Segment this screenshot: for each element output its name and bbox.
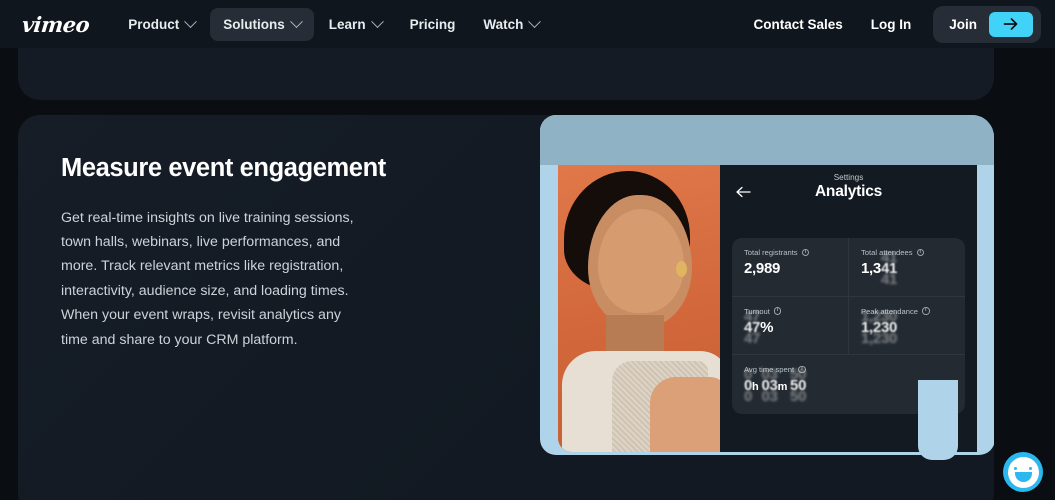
metric-suffix: % bbox=[760, 318, 774, 336]
main-navigation: Product Solutions Learn Pricing Watch bbox=[115, 7, 552, 41]
page-title: Measure event engagement bbox=[61, 154, 386, 182]
metrics-row: Turnout i 4 7 % Peak attendance bbox=[732, 296, 965, 356]
nav-label: Pricing bbox=[409, 16, 456, 32]
metric-rolling-digits: 7 bbox=[752, 319, 760, 336]
join-label: Join bbox=[949, 16, 977, 32]
feature-description: Get real-time insights on live training … bbox=[61, 209, 354, 348]
metric-turnout[interactable]: Turnout i 4 7 % bbox=[732, 296, 849, 355]
mockup-bottom-accent bbox=[918, 380, 958, 460]
metric-hours: 0 bbox=[744, 377, 752, 394]
chat-smiley-icon bbox=[1003, 452, 1043, 492]
speaker-video-thumbnail[interactable] bbox=[558, 165, 720, 452]
arrow-right-icon[interactable] bbox=[989, 11, 1033, 37]
metric-total-registrants[interactable]: Total registrants i 2,989 bbox=[732, 238, 849, 296]
header-actions: Contact Sales Log In Join bbox=[741, 5, 1041, 43]
info-icon[interactable]: i bbox=[922, 307, 930, 315]
metric-label: Total registrants bbox=[744, 248, 798, 257]
site-header: vimeo Product Solutions Learn Pricing Wa… bbox=[0, 0, 1055, 48]
metric-label-row: Total attendees i bbox=[861, 248, 965, 257]
metric-value: 2,989 bbox=[744, 260, 848, 277]
feature-copy: Measure event engagement Get real-time i… bbox=[61, 153, 481, 352]
metric-label-row: Total registrants i bbox=[744, 248, 848, 257]
video-earring bbox=[676, 261, 687, 277]
analytics-header: Settings Analytics bbox=[720, 165, 977, 211]
metric-peak-attendance[interactable]: Peak attendance i 1,230 bbox=[849, 297, 965, 355]
metric-value-text: 4 bbox=[744, 319, 752, 336]
log-in-link[interactable]: Log In bbox=[859, 8, 924, 41]
nav-item-pricing[interactable]: Pricing bbox=[397, 8, 469, 41]
metric-value: 1,230 bbox=[861, 319, 965, 336]
nav-item-watch[interactable]: Watch bbox=[470, 8, 552, 41]
metric-value: 4 7 % bbox=[744, 319, 848, 336]
join-group[interactable]: Join bbox=[933, 5, 1041, 43]
info-icon[interactable]: i bbox=[773, 307, 782, 315]
breadcrumb: Settings bbox=[833, 173, 864, 182]
metric-value-text: 1,230 bbox=[861, 319, 897, 336]
chevron-down-icon bbox=[528, 14, 542, 28]
metric-minutes-unit: m bbox=[777, 381, 788, 394]
nav-item-product[interactable]: Product bbox=[115, 8, 208, 41]
chat-widget-button[interactable] bbox=[1002, 451, 1044, 493]
metric-total-attendees[interactable]: Total attendees i 1,3 41 bbox=[849, 238, 965, 296]
video-hand bbox=[650, 377, 720, 452]
page-root: Measure event engagement Get real-time i… bbox=[0, 0, 1055, 500]
metric-minutes: 03 bbox=[761, 377, 777, 394]
nav-label: Product bbox=[128, 16, 180, 32]
feature-card: Measure event engagement Get real-time i… bbox=[18, 115, 994, 500]
metric-hours-unit: h bbox=[752, 381, 759, 394]
metric-seconds: 50 bbox=[790, 377, 806, 394]
chat-face bbox=[1007, 456, 1039, 488]
info-icon[interactable]: i bbox=[801, 248, 810, 257]
nav-label: Watch bbox=[483, 16, 524, 32]
nav-item-solutions[interactable]: Solutions bbox=[210, 7, 314, 41]
metric-rolling-digits: 41 bbox=[881, 260, 897, 277]
chevron-down-icon bbox=[184, 14, 198, 28]
chat-eye-left bbox=[1014, 466, 1018, 470]
metrics-row: Total registrants i 2,989 Total attendee… bbox=[732, 238, 965, 297]
metric-value: 1,3 41 bbox=[861, 260, 965, 277]
info-icon[interactable]: i bbox=[916, 248, 925, 257]
nav-label: Learn bbox=[328, 16, 366, 32]
contact-sales-link[interactable]: Contact Sales bbox=[741, 8, 854, 41]
metric-value-text: 1,3 bbox=[861, 260, 881, 277]
mockup-backdrop-top bbox=[540, 115, 994, 165]
nav-item-learn[interactable]: Learn bbox=[316, 8, 395, 41]
chat-smile bbox=[1014, 471, 1032, 482]
video-face-highlight bbox=[598, 209, 684, 313]
chat-eye-right bbox=[1028, 466, 1032, 470]
vimeo-logo[interactable]: vimeo bbox=[21, 12, 91, 37]
chevron-down-icon bbox=[289, 14, 303, 28]
analytics-title: Analytics bbox=[814, 183, 883, 200]
metric-value-text: 2,989 bbox=[744, 260, 781, 277]
nav-label: Solutions bbox=[223, 16, 285, 32]
chevron-down-icon bbox=[370, 14, 384, 28]
